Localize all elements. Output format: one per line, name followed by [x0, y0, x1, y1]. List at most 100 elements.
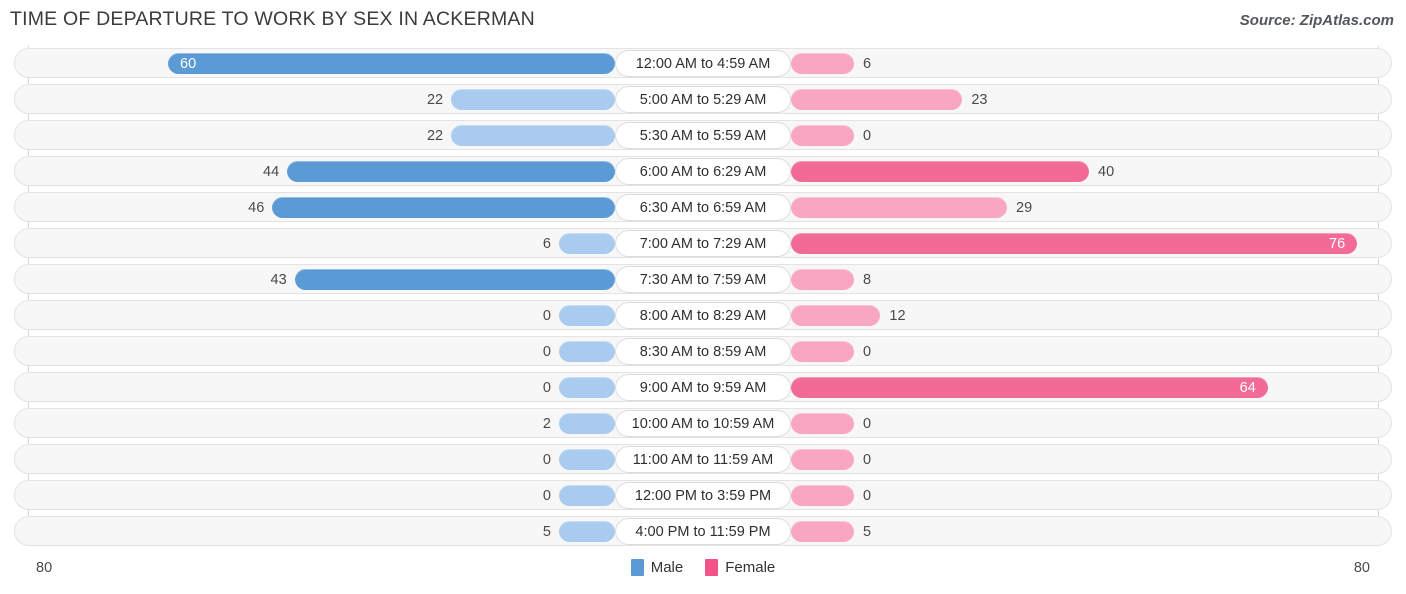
category-label: 4:00 PM to 11:59 PM	[615, 518, 791, 545]
table-row[interactable]: 22 0 5:30 AM to 5:59 AM	[14, 120, 1392, 150]
bar-value-female: 5	[863, 524, 872, 540]
bar-value-female: 0	[863, 344, 872, 360]
bar-female[interactable]	[791, 521, 854, 542]
bar-male[interactable]	[559, 413, 615, 434]
bar-male[interactable]	[559, 233, 615, 254]
bar-male[interactable]	[559, 521, 615, 542]
bar-female[interactable]	[791, 485, 854, 506]
table-row[interactable]: 46 29 6:30 AM to 6:59 AM	[14, 192, 1392, 222]
row-content: 44 40 6:00 AM to 6:29 AM	[15, 157, 1391, 185]
legend-label: Female	[725, 559, 776, 576]
category-label: 5:00 AM to 5:29 AM	[615, 86, 791, 113]
bar-male[interactable]	[451, 89, 615, 110]
bar-value-female: 0	[863, 452, 872, 468]
table-row[interactable]: 43 8 7:30 AM to 7:59 AM	[14, 264, 1392, 294]
table-row[interactable]: 0 0 11:00 AM to 11:59 AM	[14, 444, 1392, 474]
table-row[interactable]: 0 0 12:00 PM to 3:59 PM	[14, 480, 1392, 510]
bar-value-male: 44	[263, 164, 280, 180]
row-content: 0 12 8:00 AM to 8:29 AM	[15, 301, 1391, 329]
bar-value-female: 0	[863, 488, 872, 504]
bar-value-female: 64	[1239, 380, 1256, 396]
page-title: TIME OF DEPARTURE TO WORK BY SEX IN ACKE…	[10, 8, 535, 30]
category-label: 5:30 AM to 5:59 AM	[615, 122, 791, 149]
bar-female[interactable]	[791, 449, 854, 470]
bar-female[interactable]	[791, 53, 854, 74]
table-row[interactable]: 0 64 9:00 AM to 9:59 AM	[14, 372, 1392, 402]
bar-female[interactable]	[791, 269, 854, 290]
bar-value-male: 0	[542, 380, 551, 396]
row-content: 6 76 7:00 AM to 7:29 AM	[15, 229, 1391, 257]
category-label: 10:00 AM to 10:59 AM	[615, 410, 791, 437]
row-content: 43 8 7:30 AM to 7:59 AM	[15, 265, 1391, 293]
bar-value-male: 46	[248, 200, 265, 216]
table-row[interactable]: 2 0 10:00 AM to 10:59 AM	[14, 408, 1392, 438]
row-content: 60 6 12:00 AM to 4:59 AM	[15, 49, 1391, 77]
category-label: 12:00 PM to 3:59 PM	[615, 482, 791, 509]
bar-value-male: 60	[180, 56, 197, 72]
bar-value-male: 0	[542, 452, 551, 468]
bar-female[interactable]	[791, 89, 963, 110]
legend-swatch-icon	[705, 559, 719, 576]
bar-female[interactable]	[791, 341, 854, 362]
table-row[interactable]: 0 12 8:00 AM to 8:29 AM	[14, 300, 1392, 330]
category-label: 6:00 AM to 6:29 AM	[615, 158, 791, 185]
row-content: 0 0 12:00 PM to 3:59 PM	[15, 481, 1391, 509]
bar-male[interactable]	[272, 197, 615, 218]
chart-plot-area: 60 6 12:00 AM to 4:59 AM 22 23 5:00 AM to 5:2…	[0, 46, 1406, 546]
row-content: 0 0 8:30 AM to 8:59 AM	[15, 337, 1391, 365]
bar-value-female: 8	[863, 272, 872, 288]
bar-male[interactable]	[559, 377, 615, 398]
category-label: 8:30 AM to 8:59 AM	[615, 338, 791, 365]
bar-female[interactable]	[791, 161, 1089, 182]
table-row[interactable]: 22 23 5:00 AM to 5:29 AM	[14, 84, 1392, 114]
bar-value-male: 6	[542, 236, 551, 252]
bar-value-male: 5	[542, 524, 551, 540]
category-label: 12:00 AM to 4:59 AM	[615, 50, 791, 77]
bar-value-male: 0	[542, 488, 551, 504]
legend-item-male[interactable]: Male	[630, 559, 684, 576]
legend-item-female[interactable]: Female	[705, 559, 775, 576]
table-row[interactable]: 60 6 12:00 AM to 4:59 AM	[14, 48, 1392, 78]
bar-male[interactable]	[168, 53, 615, 74]
row-content: 46 29 6:30 AM to 6:59 AM	[15, 193, 1391, 221]
bar-value-female: 29	[1016, 200, 1033, 216]
table-row[interactable]: 0 0 8:30 AM to 8:59 AM	[14, 336, 1392, 366]
bar-female[interactable]	[791, 377, 1268, 398]
bar-value-male: 0	[542, 308, 551, 324]
category-label: 9:00 AM to 9:59 AM	[615, 374, 791, 401]
bar-value-male: 0	[542, 344, 551, 360]
bar-female[interactable]	[791, 305, 881, 326]
bar-value-female: 23	[971, 92, 988, 108]
chart-footer: 80 80 Male Female	[0, 552, 1406, 594]
bar-male[interactable]	[294, 269, 615, 290]
source-attribution: Source: ZipAtlas.com	[1239, 12, 1394, 29]
table-row[interactable]: 5 5 4:00 PM to 11:59 PM	[14, 516, 1392, 546]
bar-female[interactable]	[791, 125, 854, 146]
bar-value-female: 76	[1329, 236, 1346, 252]
category-label: 11:00 AM to 11:59 AM	[615, 446, 791, 473]
bar-male[interactable]	[559, 341, 615, 362]
legend-label: Male	[650, 559, 684, 576]
row-content: 22 0 5:30 AM to 5:59 AM	[15, 121, 1391, 149]
category-label: 6:30 AM to 6:59 AM	[615, 194, 791, 221]
category-label: 8:00 AM to 8:29 AM	[615, 302, 791, 329]
bar-male[interactable]	[287, 161, 615, 182]
bar-value-female: 6	[863, 56, 872, 72]
table-row[interactable]: 6 76 7:00 AM to 7:29 AM	[14, 228, 1392, 258]
row-content: 0 0 11:00 AM to 11:59 AM	[15, 445, 1391, 473]
bar-female[interactable]	[791, 413, 854, 434]
bar-male[interactable]	[559, 305, 615, 326]
bar-female[interactable]	[791, 233, 1358, 254]
category-label: 7:30 AM to 7:59 AM	[615, 266, 791, 293]
table-row[interactable]: 44 40 6:00 AM to 6:29 AM	[14, 156, 1392, 186]
category-label: 7:00 AM to 7:29 AM	[615, 230, 791, 257]
legend-swatch-icon	[630, 559, 644, 576]
bar-male[interactable]	[451, 125, 615, 146]
bar-female[interactable]	[791, 197, 1008, 218]
row-content: 5 5 4:00 PM to 11:59 PM	[15, 517, 1391, 545]
bar-value-male: 2	[542, 416, 551, 432]
bar-male[interactable]	[559, 485, 615, 506]
bar-value-female: 0	[863, 416, 872, 432]
chart-legend: Male Female	[0, 559, 1406, 576]
bar-male[interactable]	[559, 449, 615, 470]
